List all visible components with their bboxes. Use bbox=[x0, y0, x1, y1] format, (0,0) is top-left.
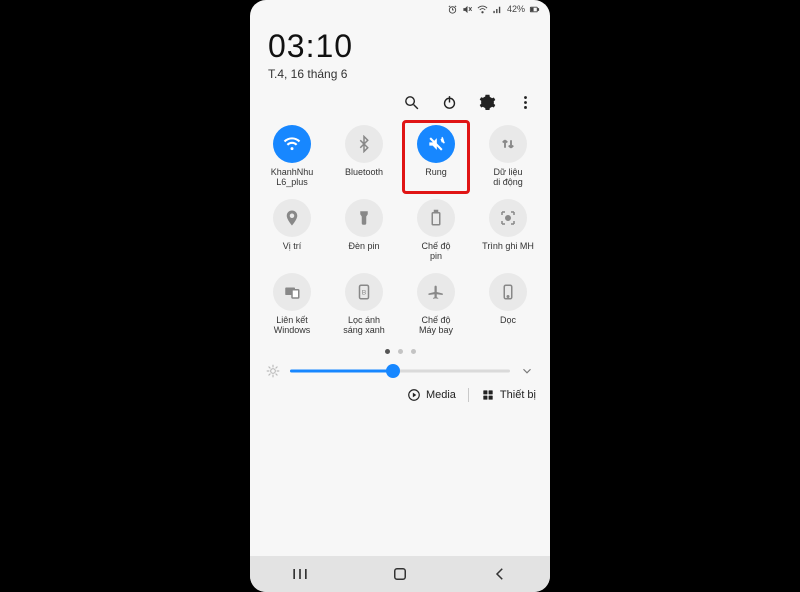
devices-label: Thiết bị bbox=[500, 389, 536, 401]
devices-button[interactable]: Thiết bị bbox=[481, 388, 536, 402]
home-button[interactable] bbox=[389, 563, 411, 585]
svg-text:B: B bbox=[362, 289, 367, 296]
qs-label: Chế độ Máy bay bbox=[419, 315, 453, 337]
pager-dot[interactable] bbox=[385, 349, 390, 354]
qs-label: Dọc bbox=[500, 315, 516, 337]
recent-apps-button[interactable] bbox=[289, 563, 311, 585]
utility-row bbox=[250, 87, 550, 121]
qs-tile-battery[interactable]: Chế độ pin bbox=[402, 199, 470, 263]
pager-dot[interactable] bbox=[411, 349, 416, 354]
battery-icon bbox=[529, 4, 540, 15]
more-icon[interactable] bbox=[516, 93, 534, 111]
gear-icon[interactable] bbox=[478, 93, 496, 111]
status-bar: 42% bbox=[250, 0, 550, 18]
bluetooth-icon bbox=[345, 125, 383, 163]
qs-tile-bluetooth[interactable]: Bluetooth bbox=[330, 125, 398, 189]
qs-tile-flashlight[interactable]: Đèn pin bbox=[330, 199, 398, 263]
back-button[interactable] bbox=[489, 563, 511, 585]
qs-tile-portrait[interactable]: Dọc bbox=[474, 273, 542, 337]
pager[interactable] bbox=[250, 343, 550, 362]
search-icon[interactable] bbox=[402, 93, 420, 111]
brightness-row bbox=[250, 362, 550, 384]
battery-percent: 42% bbox=[507, 4, 525, 14]
clock-block: 03:10 T.4, 16 tháng 6 bbox=[250, 18, 550, 87]
record-icon bbox=[489, 199, 527, 237]
qs-label: Chế độ pin bbox=[421, 241, 450, 263]
qs-label: Lọc ánh sáng xanh bbox=[343, 315, 385, 337]
clock-time: 03:10 bbox=[268, 28, 532, 65]
signal-icon bbox=[492, 4, 503, 15]
qs-label: Trình ghi MH bbox=[482, 241, 534, 263]
bluelight-icon: B bbox=[345, 273, 383, 311]
qs-label: Đèn pin bbox=[348, 241, 379, 263]
battery-icon bbox=[417, 199, 455, 237]
pager-dot[interactable] bbox=[398, 349, 403, 354]
qs-label: Vị trí bbox=[283, 241, 302, 263]
airplane-icon bbox=[417, 273, 455, 311]
mute-icon bbox=[462, 4, 473, 15]
location-icon bbox=[273, 199, 311, 237]
qs-label: KhanhNhu L6_plus bbox=[271, 167, 314, 189]
media-button[interactable]: Media bbox=[407, 388, 456, 402]
qs-tile-location[interactable]: Vị trí bbox=[258, 199, 326, 263]
brightness-slider[interactable] bbox=[290, 364, 510, 378]
qs-tile-bluelight[interactable]: B Lọc ánh sáng xanh bbox=[330, 273, 398, 337]
qs-tile-airplane[interactable]: Chế độ Máy bay bbox=[402, 273, 470, 337]
qs-tile-link[interactable]: Liên kết Windows bbox=[258, 273, 326, 337]
quick-settings-grid: KhanhNhu L6_plus Bluetooth Rung Dữ liệu di … bbox=[250, 121, 550, 343]
phone-frame: 42% 03:10 T.4, 16 tháng 6 KhanhNhu L6_pl… bbox=[250, 0, 550, 592]
wifi-icon bbox=[273, 125, 311, 163]
nav-bar bbox=[250, 556, 550, 592]
qs-label: Rung bbox=[425, 167, 447, 189]
alarm-icon bbox=[447, 4, 458, 15]
qs-label: Dữ liệu di động bbox=[493, 167, 523, 189]
media-label: Media bbox=[426, 389, 456, 401]
wifi-status-icon bbox=[477, 4, 488, 15]
link-icon bbox=[273, 273, 311, 311]
flashlight-icon bbox=[345, 199, 383, 237]
qs-label: Liên kết Windows bbox=[274, 315, 311, 337]
qs-tile-vibrate[interactable]: Rung bbox=[402, 120, 470, 194]
power-icon[interactable] bbox=[440, 93, 458, 111]
qs-tile-record[interactable]: Trình ghi MH bbox=[474, 199, 542, 263]
qs-label: Bluetooth bbox=[345, 167, 383, 189]
footer-bar: Media Thiết bị bbox=[250, 384, 550, 424]
portrait-icon bbox=[489, 273, 527, 311]
data-icon bbox=[489, 125, 527, 163]
qs-tile-wifi[interactable]: KhanhNhu L6_plus bbox=[258, 125, 326, 189]
clock-date: T.4, 16 tháng 6 bbox=[268, 67, 532, 81]
brightness-icon bbox=[266, 364, 280, 378]
expand-brightness-icon[interactable] bbox=[520, 364, 534, 378]
qs-tile-data[interactable]: Dữ liệu di động bbox=[474, 125, 542, 189]
footer-separator bbox=[468, 388, 469, 402]
vibrate-icon bbox=[417, 125, 455, 163]
